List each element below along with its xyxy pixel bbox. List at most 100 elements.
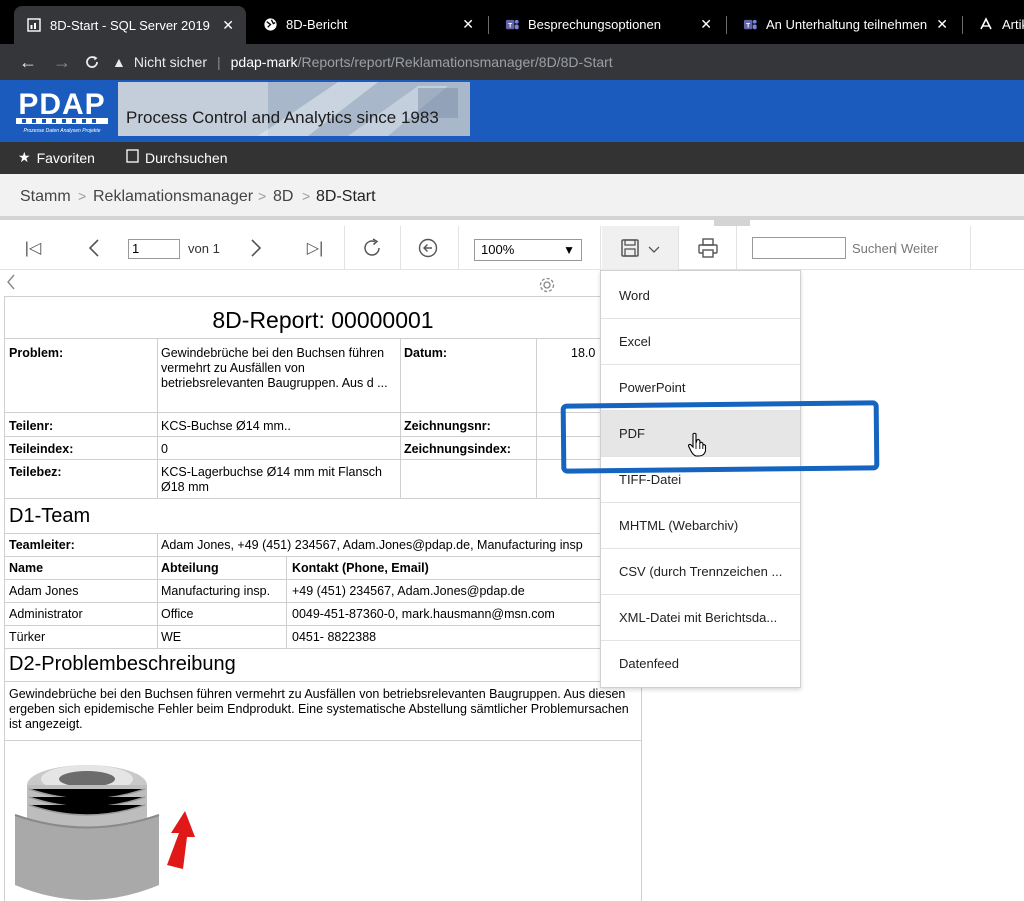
export-mhtml[interactable]: MHTML (Webarchiv) bbox=[601, 503, 800, 549]
tab-artikel[interactable]: Artik bbox=[966, 8, 1024, 40]
report-title: 8D-Report: 00000001 bbox=[5, 297, 641, 339]
section-d2-title: D2-Problembeschreibung bbox=[9, 653, 236, 675]
export-word[interactable]: Word bbox=[601, 273, 800, 319]
export-xml[interactable]: XML-Datei mit Berichtsda... bbox=[601, 595, 800, 641]
breadcrumb-stamm[interactable]: Stamm bbox=[20, 188, 71, 206]
close-icon[interactable]: ✕ bbox=[222, 17, 234, 34]
reload-icon[interactable] bbox=[80, 50, 104, 74]
svg-text:Prozesse Daten Analysen Projek: Prozesse Daten Analysen Projekte bbox=[23, 128, 100, 134]
zoom-select[interactable]: 100% ▼ bbox=[474, 239, 582, 261]
tab-besprechungsoptionen[interactable]: T Besprechungsoptionen ✕ bbox=[492, 8, 724, 40]
divider bbox=[0, 216, 1024, 220]
next-page-icon[interactable] bbox=[246, 236, 266, 260]
section-d1-title: D1-Team bbox=[9, 505, 91, 527]
team-cell: +49 (451) 234567, Adam.Jones@pdap.de bbox=[292, 584, 525, 598]
tab-unterhaltung[interactable]: T An Unterhaltung teilnehmen ✕ bbox=[730, 8, 960, 40]
first-page-icon[interactable]: |◁ bbox=[22, 236, 44, 260]
export-datafeed[interactable]: Datenfeed bbox=[601, 641, 800, 687]
close-icon[interactable]: ✕ bbox=[462, 16, 474, 33]
teilenr-value: KCS-Buchse Ø14 mm.. bbox=[161, 419, 291, 433]
toolbar-separator bbox=[400, 226, 401, 270]
favorites-button[interactable]: ★ Favoriten bbox=[18, 149, 95, 166]
tab-separator bbox=[962, 16, 963, 34]
team-header-kontakt: Kontakt (Phone, Email) bbox=[292, 561, 429, 575]
divider bbox=[5, 681, 641, 682]
teamleiter-value: Adam Jones, +49 (451) 234567, Adam.Jones… bbox=[161, 538, 583, 552]
divider bbox=[5, 498, 641, 499]
banner-image: Process Control and Analytics since 1983 bbox=[118, 82, 470, 136]
chevron-down-icon bbox=[648, 242, 660, 257]
tab-title: 8D-Start - SQL Server 2019 Repo bbox=[50, 17, 214, 33]
browser-tab-strip: 8D-Start - SQL Server 2019 Repo ✕ 8D-Ber… bbox=[0, 0, 1024, 44]
divider bbox=[5, 625, 641, 626]
browse-button[interactable]: Durchsuchen bbox=[126, 149, 228, 166]
tab-8d-start[interactable]: 8D-Start - SQL Server 2019 Repo ✕ bbox=[14, 6, 246, 44]
search-input[interactable] bbox=[752, 237, 846, 259]
toolbar-separator bbox=[970, 226, 971, 270]
collapse-params-handle[interactable] bbox=[714, 216, 750, 226]
team-cell: 0049-451-87360-0, mark.hausmann@msn.com bbox=[292, 607, 555, 621]
tab-title: 8D-Bericht bbox=[286, 16, 348, 32]
page-count-label: von 1 bbox=[188, 241, 220, 256]
team-cell: Türker bbox=[9, 630, 46, 644]
chevron-right-icon: > bbox=[302, 188, 311, 204]
back-arrow-icon[interactable]: ← bbox=[16, 50, 40, 74]
export-powerpoint[interactable]: PowerPoint bbox=[601, 365, 800, 411]
breadcrumb-reklamationsmanager[interactable]: Reklamationsmanager bbox=[93, 188, 253, 206]
back-to-parent-icon[interactable] bbox=[416, 236, 440, 260]
toolbar-separator bbox=[600, 226, 601, 270]
toolbar-separator bbox=[344, 226, 345, 270]
print-icon[interactable] bbox=[696, 236, 720, 260]
team-cell: Administrator bbox=[9, 607, 83, 621]
divider bbox=[5, 740, 641, 741]
export-csv[interactable]: CSV (durch Trennzeichen ... bbox=[601, 549, 800, 595]
url-path: /Reports/report/Reklamationsmanager/8D/8… bbox=[297, 54, 613, 70]
security-label[interactable]: Nicht sicher bbox=[134, 54, 207, 70]
team-cell: Manufacturing insp. bbox=[161, 584, 271, 598]
url-host: pdap-mark bbox=[230, 54, 298, 70]
team-cell: 0451- 8822388 bbox=[292, 630, 377, 644]
tab-8d-bericht[interactable]: 8D-Bericht ✕ bbox=[250, 8, 486, 40]
export-tiff[interactable]: TIFF-Datei bbox=[601, 457, 800, 503]
report-icon bbox=[26, 17, 42, 33]
divider bbox=[5, 579, 641, 580]
export-excel[interactable]: Excel bbox=[601, 319, 800, 365]
tab-separator bbox=[726, 16, 727, 34]
collapse-arrow-icon[interactable] bbox=[6, 274, 16, 295]
zoom-value: 100% bbox=[481, 242, 515, 257]
tab-title: Besprechungsoptionen bbox=[528, 16, 661, 32]
hand-cursor-icon bbox=[687, 432, 707, 458]
close-icon[interactable]: ✕ bbox=[700, 16, 712, 33]
tab-title: An Unterhaltung teilnehmen bbox=[766, 16, 928, 32]
close-icon[interactable]: ✕ bbox=[936, 16, 948, 33]
forward-arrow-icon[interactable]: → bbox=[50, 50, 74, 74]
report-page: 8D-Report: 00000001 Problem: Gewindebrüc… bbox=[4, 296, 642, 901]
export-button[interactable] bbox=[602, 226, 678, 270]
search-link[interactable]: Suchen bbox=[852, 241, 896, 256]
toolbar-separator bbox=[736, 226, 737, 270]
divider bbox=[5, 412, 641, 413]
page-number-input[interactable]: 1 bbox=[128, 239, 180, 259]
save-icon bbox=[620, 238, 640, 261]
link-icon bbox=[978, 16, 994, 32]
team-header-name: Name bbox=[9, 561, 44, 575]
chevron-down-icon: ▼ bbox=[563, 243, 575, 257]
refresh-icon[interactable] bbox=[360, 236, 384, 260]
next-link[interactable]: Weiter bbox=[901, 241, 938, 256]
star-icon: ★ bbox=[18, 149, 31, 165]
breadcrumb-8d-start: 8D-Start bbox=[316, 188, 376, 205]
zeichnungsnr-label: Zeichnungsnr: bbox=[404, 419, 491, 433]
team-cell: Adam Jones bbox=[9, 584, 79, 598]
warning-icon[interactable]: ▲ bbox=[112, 54, 126, 70]
url-field[interactable]: ▲ Nicht sicher | pdap-mark /Reports/repo… bbox=[112, 51, 613, 73]
teilebez-value: KCS-Lagerbuchse Ø14 mm mit Flansch Ø18 m… bbox=[161, 465, 382, 494]
last-page-icon[interactable]: ▷| bbox=[304, 236, 326, 260]
site-banner: PDAP Prozesse Daten Analysen Projekte Pr… bbox=[0, 80, 1024, 142]
url-separator: | bbox=[217, 54, 221, 70]
previous-page-icon[interactable] bbox=[84, 236, 104, 260]
breadcrumb-8d[interactable]: 8D bbox=[273, 188, 293, 206]
part-photo bbox=[7, 745, 207, 901]
pdap-logo[interactable]: PDAP Prozesse Daten Analysen Projekte bbox=[14, 84, 110, 136]
folder-icon bbox=[126, 149, 139, 166]
teams-icon: T bbox=[504, 16, 520, 32]
